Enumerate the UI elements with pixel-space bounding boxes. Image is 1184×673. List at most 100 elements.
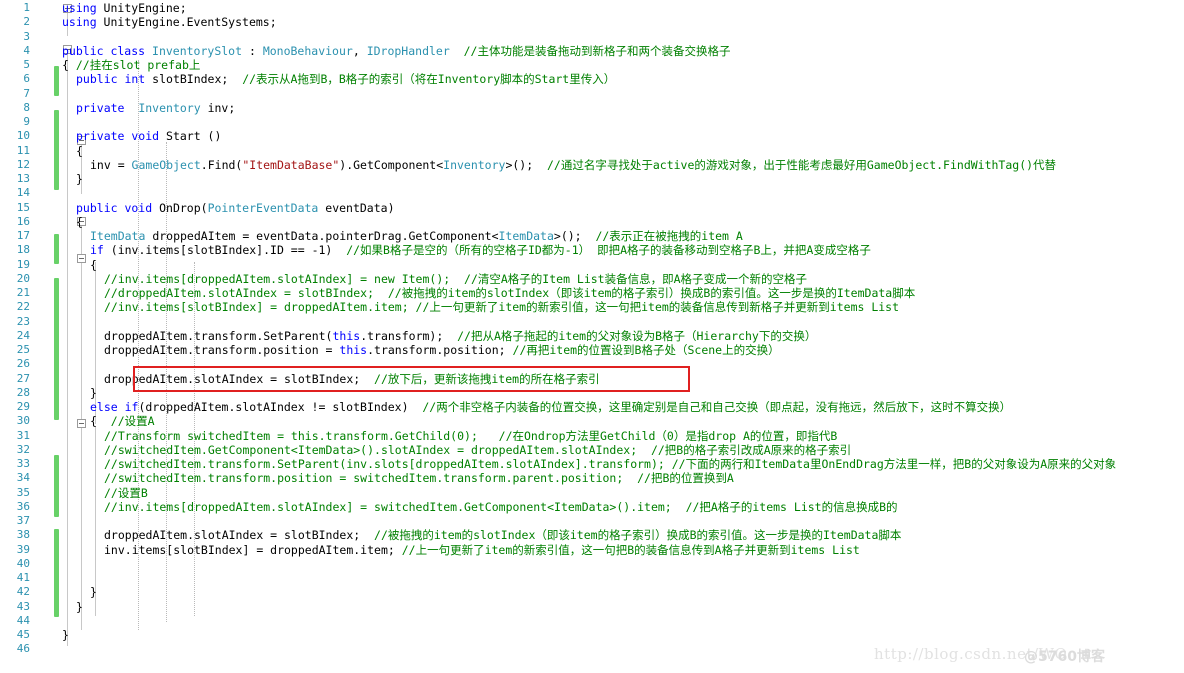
code-editor[interactable]: 1 using UnityEngine; 2 using UnityEngine.Ev… [0,0,1184,673]
code-token-cmt: //如果B格子是空的（所有的空格子ID都为-1） 即把A格子的装备移动到空格子B… [346,243,871,258]
code-line[interactable]: 27 droppedAItem.slotAIndex = slotBIndex; … [0,372,1184,386]
code-text[interactable]: private void Start () [76,129,221,143]
code-text[interactable]: //switchedItem.transform.position = swit… [104,471,734,485]
line-number: 29 [16,400,30,413]
code-line[interactable]: 31 //Transform switchedItem = this.transf… [0,429,1184,443]
code-text[interactable]: } [62,628,69,642]
line-number: 8 [23,100,30,114]
code-text[interactable]: { //设置A [90,414,155,428]
code-line[interactable]: 32 //switchedItem.GetComponent<ItemData>(… [0,443,1184,457]
code-line[interactable]: 35 //设置B [0,486,1184,500]
code-text[interactable]: //Transform switchedItem = this.transfor… [104,429,837,443]
code-line[interactable]: 36 //inv.items[droppedAItem.slotAIndex] =… [0,500,1184,514]
code-line[interactable]: 11 { [0,144,1184,158]
code-token-type: ItemData [90,229,146,243]
code-text[interactable]: droppedAItem.transform.SetParent(this.tr… [104,329,816,343]
code-text[interactable]: //switchedItem.GetComponent<ItemData>().… [104,443,851,457]
code-text[interactable]: } [90,386,97,400]
code-text[interactable]: else if(droppedAItem.slotAIndex != slotB… [90,400,1011,414]
code-line[interactable]: 26 [0,357,1184,371]
code-line[interactable]: 40 [0,557,1184,571]
code-line[interactable]: 17 ItemData droppedAItem = eventData.poin… [0,229,1184,243]
code-text[interactable]: if (inv.items[slotBIndex].ID == -1) //如果… [90,243,871,257]
code-token-plain: .transform.position; [367,343,513,357]
line-number: 21 [16,286,30,299]
watermark-overlay: @5760博客 [1024,649,1105,665]
code-text[interactable]: ItemData droppedAItem = eventData.pointe… [90,229,743,243]
code-line[interactable]: 5 { //挂在slot prefab上 [0,58,1184,72]
line-number: 42 [16,585,30,599]
code-line[interactable]: 6 public int slotBIndex; //表示从A拖到B，B格子的索引… [0,72,1184,86]
code-text[interactable]: //设置B [104,486,148,500]
code-line[interactable]: 3 [0,30,1184,44]
code-text[interactable]: using UnityEngine.EventSystems; [62,15,277,29]
code-text[interactable]: { [76,215,83,229]
code-line[interactable]: 12 inv = GameObject.Find("ItemDataBase").… [0,158,1184,172]
code-text[interactable]: public class InventorySlot : MonoBehavio… [62,44,730,58]
code-line[interactable]: 39 inv.items[slotBIndex] = droppedAItem.i… [0,543,1184,557]
code-line[interactable]: 15 public void OnDrop(PointerEventData ev… [0,201,1184,215]
code-line[interactable]: 2 using UnityEngine.EventSystems; [0,15,1184,29]
code-text[interactable]: } [90,585,97,599]
code-text[interactable]: } [76,600,83,614]
code-token-cmt: //主体功能是装备拖动到新格子和两个装备交换格子 [449,43,731,58]
code-line[interactable]: 20 //inv.items[droppedAItem.slotAIndex] =… [0,272,1184,286]
code-line[interactable]: 10 private void Start () [0,129,1184,143]
code-text[interactable]: public void OnDrop(PointerEventData even… [76,201,395,215]
code-line[interactable]: 9 [0,115,1184,129]
code-line[interactable]: 30 { //设置A [0,414,1184,428]
code-text[interactable]: using UnityEngine; [62,1,187,15]
code-line[interactable]: 18 if (inv.items[slotBIndex].ID == -1) //… [0,243,1184,257]
code-text[interactable]: { [76,144,83,158]
code-text[interactable]: private Inventory inv; [76,101,235,115]
code-text[interactable]: //droppedAItem.slotAIndex = slotBIndex; … [104,286,915,300]
code-token-plain: } [62,628,69,642]
code-text[interactable]: //inv.items[droppedAItem.slotAIndex] = s… [104,500,898,514]
code-line[interactable]: 1 using UnityEngine; [0,1,1184,15]
line-number: 6 [23,72,30,86]
code-line[interactable]: 16 { [0,215,1184,229]
code-token-plain: { [62,58,76,72]
line-number: 16 [16,214,30,228]
code-text[interactable]: droppedAItem.slotAIndex = slotBIndex; //… [104,372,600,386]
code-line[interactable]: 43} [0,600,1184,614]
code-line[interactable]: 37 [0,514,1184,528]
code-text[interactable]: droppedAItem.transform.position = this.t… [104,343,780,357]
line-number: 40 [16,556,30,570]
code-line[interactable]: 41 [0,571,1184,585]
code-line[interactable]: 22 //inv.items[slotBIndex] = droppedAItem… [0,300,1184,314]
code-text[interactable]: { [90,258,97,272]
code-line[interactable]: 13} [0,172,1184,186]
code-line[interactable]: 28} [0,386,1184,400]
code-line[interactable]: 7 [0,87,1184,101]
code-text[interactable]: //inv.items[slotBIndex] = droppedAItem.i… [104,300,899,314]
code-line[interactable]: 4 public class InventorySlot : MonoBehavi… [0,44,1184,58]
code-line[interactable]: 29 else if(droppedAItem.slotAIndex != slo… [0,400,1184,414]
code-text[interactable]: inv.items[slotBIndex] = droppedAItem.ite… [104,543,860,557]
code-line[interactable]: 8 private Inventory inv; [0,101,1184,115]
code-text[interactable]: { //挂在slot prefab上 [62,58,200,72]
code-line[interactable]: 34 //switchedItem.transform.position = sw… [0,471,1184,485]
code-line[interactable]: 42} [0,585,1184,599]
code-line[interactable]: 23 [0,315,1184,329]
code-token-cmt: //表示正在被拖拽的item A [595,229,743,243]
code-text[interactable]: public int slotBIndex; //表示从A拖到B，B格子的索引（… [76,72,615,86]
code-token-plain: } [76,172,83,186]
line-number: 28 [16,385,30,399]
code-text[interactable]: //inv.items[droppedAItem.slotAIndex] = n… [104,272,807,286]
code-line[interactable]: 33 //switchedItem.transform.SetParent(inv… [0,457,1184,471]
code-text[interactable]: inv = GameObject.Find("ItemDataBase").Ge… [90,158,1056,172]
code-line[interactable]: 45} [0,628,1184,642]
code-text[interactable]: //switchedItem.transform.SetParent(inv.s… [104,457,1116,471]
code-line[interactable]: 24 droppedAItem.transform.SetParent(this.… [0,329,1184,343]
code-line[interactable]: 19 { [0,258,1184,272]
code-line[interactable]: 21 //droppedAItem.slotAIndex = slotBIndex… [0,286,1184,300]
code-line[interactable]: 14 [0,186,1184,200]
code-text[interactable]: droppedAItem.slotAIndex = slotBIndex; //… [104,528,901,542]
code-line[interactable]: 38 droppedAItem.slotAIndex = slotBIndex; … [0,528,1184,542]
code-text[interactable]: } [76,172,83,186]
code-line[interactable]: 44 [0,614,1184,628]
code-line[interactable]: 25 droppedAItem.transform.position = this… [0,343,1184,357]
line-number: 14 [16,186,30,200]
line-number: 44 [16,613,30,627]
